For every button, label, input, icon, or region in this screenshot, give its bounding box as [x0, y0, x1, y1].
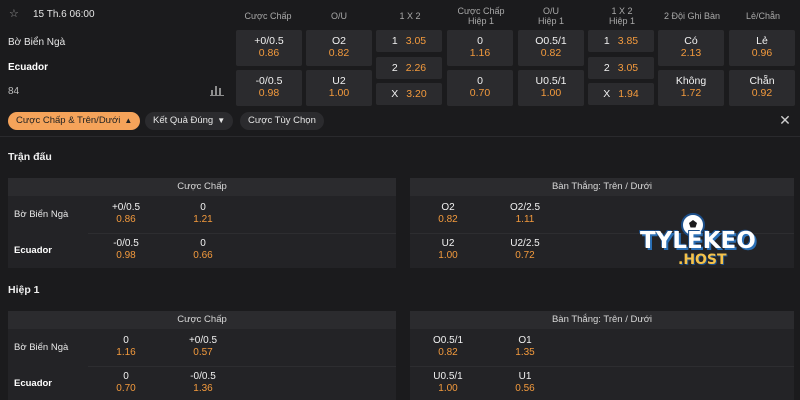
odd-cell[interactable]: -0/0.5 0.98	[88, 238, 164, 262]
odd-cell[interactable]: U2 1.00	[410, 238, 486, 262]
odd-btts-no[interactable]: Không 1.72	[658, 70, 724, 106]
odd-h1-1x2-draw[interactable]: X 1.94	[588, 83, 654, 105]
odd-1x2-away[interactable]: 2 2.26	[376, 57, 442, 79]
section-title-half1: Hiệp 1	[8, 284, 40, 296]
col-header-ou: O/U	[330, 11, 347, 21]
match-header: ☆ 15 Th.6 06:00 Cược Chấp O/U 1 X 2 Cược…	[0, 0, 800, 30]
chevron-down-icon: ▼	[217, 116, 226, 125]
odd-over[interactable]: O2 0.82	[306, 30, 372, 66]
odd-cell[interactable]: U0.5/1 1.00	[410, 371, 486, 395]
odd-odd[interactable]: Lẻ 0.96	[729, 30, 795, 66]
odd-1x2-draw[interactable]: X 3.20	[376, 83, 442, 105]
odd-cell[interactable]: U1 0.56	[487, 371, 563, 395]
filter-chip-handicap-ou[interactable]: Cược Chấp & Trên/Dưới ▲	[8, 112, 141, 130]
odd-handicap-away[interactable]: -0/0.5 0.98	[236, 70, 302, 106]
col-header-h1-1x2: 1 X 2 Hiệp 1	[608, 6, 635, 26]
odd-cell[interactable]: +0/0.5 0.57	[165, 335, 241, 359]
filter-chip-custom-bet[interactable]: Cược Tùy Chọn	[240, 112, 324, 130]
match-date: 15 Th.6 06:00	[33, 9, 95, 20]
odd-cell[interactable]: 0 1.21	[165, 202, 241, 226]
filter-chip-correct-score[interactable]: Kết Quả Đúng ▼	[145, 112, 234, 130]
panel-h1-over-under: Bàn Thắng: Trên / Dưới O0.5/1 0.82 O1 1.35…	[410, 311, 794, 400]
odd-h1-under[interactable]: U0.5/1 1.00	[518, 70, 584, 106]
row-divider	[410, 366, 794, 367]
odd-1x2-home[interactable]: 1 3.05	[376, 30, 442, 52]
chevron-up-icon: ▲	[124, 116, 133, 125]
panel-header: Cược Chấp	[8, 311, 396, 329]
odd-cell[interactable]: +0/0.5 0.86	[88, 202, 164, 226]
market-filter-bar: Cược Chấp & Trên/Dưới ▲ Kết Quả Đúng ▼ Cượ…	[0, 109, 800, 137]
odd-h1-handicap-home[interactable]: 0 1.16	[447, 30, 513, 66]
panel-header: Bàn Thắng: Trên / Dưới	[410, 178, 794, 196]
home-team-name: Bờ Biển Ngà	[8, 37, 66, 48]
section-title-full-match: Trận đấu	[8, 151, 52, 163]
away-team-name: Ecuador	[8, 62, 49, 73]
odd-h1-handicap-away[interactable]: 0 0.70	[447, 70, 513, 106]
star-icon[interactable]: ☆	[9, 9, 19, 20]
odd-cell[interactable]: O0.5/1 0.82	[410, 335, 486, 359]
col-header-handicap: Cược Chấp	[244, 11, 292, 21]
row-divider	[88, 366, 396, 367]
close-icon[interactable]: ✕	[778, 112, 792, 129]
col-header-h1-handicap: Cược Chấp Hiệp 1	[457, 6, 505, 26]
odd-cell[interactable]: 0 0.66	[165, 238, 241, 262]
panel-h1-handicap: Cược Chấp Bờ Biển Ngà Ecuador 0 1.16 +0/0…	[8, 311, 396, 400]
row-home-team: Bờ Biển Ngà	[14, 342, 69, 353]
col-header-h1-ou: O/U Hiệp 1	[537, 6, 564, 26]
watermark-logo: TYLEKEO .HOST	[640, 212, 756, 272]
odd-h1-1x2-away[interactable]: 2 3.05	[588, 57, 654, 79]
odd-cell[interactable]: U2/2.5 0.72	[487, 238, 563, 262]
odd-cell[interactable]: O1 1.35	[487, 335, 563, 359]
row-home-team: Bờ Biển Ngà	[14, 209, 69, 220]
odd-h1-1x2-home[interactable]: 1 3.85	[588, 30, 654, 52]
odd-btts-yes[interactable]: Có 2.13	[658, 30, 724, 66]
odd-h1-over[interactable]: O0.5/1 0.82	[518, 30, 584, 66]
odd-cell[interactable]: -0/0.5 1.36	[165, 371, 241, 395]
col-header-btts: 2 Đội Ghi Bàn	[663, 11, 721, 21]
stats-icon[interactable]	[210, 83, 224, 101]
more-markets-count[interactable]: 84	[8, 86, 19, 97]
col-header-odd-even: Lẻ/Chẵn	[745, 11, 781, 21]
odd-cell[interactable]: O2/2.5 1.11	[487, 202, 563, 226]
odd-handicap-home[interactable]: +0/0.5 0.86	[236, 30, 302, 66]
odd-cell[interactable]: 0 1.16	[88, 335, 164, 359]
odd-cell[interactable]: 0 0.70	[88, 371, 164, 395]
col-header-1x2: 1 X 2	[399, 11, 421, 21]
row-away-team: Ecuador	[14, 245, 53, 256]
panel-header: Bàn Thắng: Trên / Dưới	[410, 311, 794, 329]
odd-cell[interactable]: O2 0.82	[410, 202, 486, 226]
panel-full-handicap: Cược Chấp Bờ Biển Ngà Ecuador +0/0.5 0.86…	[8, 178, 396, 268]
panel-header: Cược Chấp	[8, 178, 396, 196]
odd-even[interactable]: Chẵn 0.92	[729, 70, 795, 106]
odd-under[interactable]: U2 1.00	[306, 70, 372, 106]
row-away-team: Ecuador	[14, 378, 53, 389]
row-divider	[88, 233, 396, 234]
